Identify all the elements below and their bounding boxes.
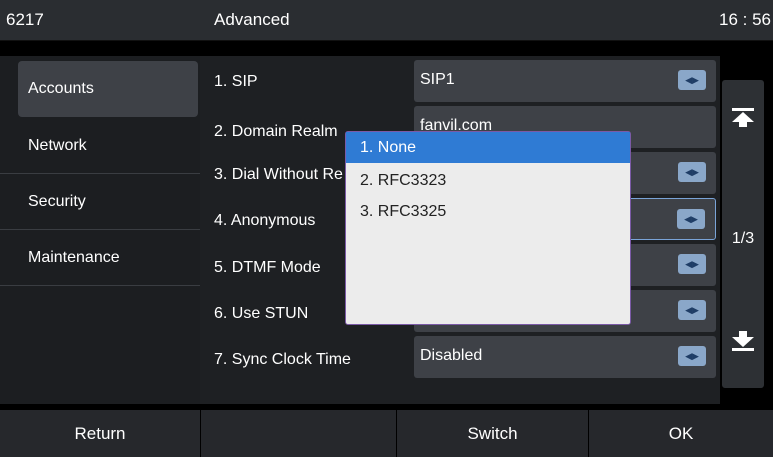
arrow-to-top-icon[interactable]: [729, 106, 757, 128]
extension-number: 6217: [6, 10, 44, 29]
left-right-arrows-icon[interactable]: ◀▶: [677, 209, 705, 229]
sidebar: Accounts Network Security Maintenance: [0, 56, 200, 404]
setting-label-sync-clock-time: 7. Sync Clock Time: [214, 351, 351, 368]
left-right-arrows-icon[interactable]: ◀▶: [678, 254, 706, 274]
switch-button[interactable]: Switch: [396, 410, 588, 457]
sync-clock-time-value: Disabled: [420, 347, 483, 364]
option-index: 3.: [360, 203, 374, 220]
page-indicator: 1/3: [731, 230, 755, 247]
arrow-to-bottom-icon[interactable]: [729, 330, 757, 352]
setting-label-anonymous: 4. Anonymous: [214, 212, 316, 229]
setting-label-sip: 1. SIP: [214, 73, 258, 90]
setting-label-dial-without-reg: 3. Dial Without Re: [214, 166, 343, 183]
left-right-arrows-icon[interactable]: ◀▶: [678, 70, 706, 90]
popup-option-rfc3323[interactable]: 2. RFC3323: [346, 165, 630, 196]
setting-label-use-stun: 6. Use STUN: [214, 305, 309, 322]
setting-label-domain-realm: 2. Domain Realm: [214, 123, 338, 140]
option-label: None: [377, 139, 417, 156]
sync-clock-time-select[interactable]: Disabled ◀▶: [414, 336, 716, 378]
option-index: 1.: [360, 139, 374, 156]
status-bar: 6217 Advanced 16 : 56: [0, 0, 773, 41]
empty-softkey[interactable]: [200, 410, 396, 457]
setting-label-dtmf-mode: 5. DTMF Mode: [214, 259, 321, 276]
left-right-arrows-icon[interactable]: ◀▶: [678, 162, 706, 182]
sidebar-item-label: Maintenance: [28, 249, 120, 266]
sidebar-item-maintenance[interactable]: Maintenance: [0, 230, 200, 286]
option-label: RFC3323: [377, 172, 447, 189]
popup-option-rfc3325[interactable]: 3. RFC3325: [346, 196, 630, 227]
sidebar-item-label: Network: [28, 137, 87, 154]
option-index: 2.: [360, 172, 374, 189]
option-label: RFC3325: [377, 203, 447, 220]
popup-option-none[interactable]: 1. None: [346, 132, 630, 163]
left-right-arrows-icon[interactable]: ◀▶: [678, 346, 706, 366]
clock: 16 : 56: [719, 10, 771, 29]
return-button[interactable]: Return: [0, 410, 200, 457]
ok-button[interactable]: OK: [588, 410, 773, 457]
softkey-bar: Return Switch OK: [0, 410, 773, 457]
sidebar-item-accounts[interactable]: Accounts: [18, 61, 198, 117]
sidebar-item-label: Security: [28, 193, 86, 210]
sidebar-item-security[interactable]: Security: [0, 174, 200, 230]
page-title: Advanced: [214, 10, 290, 29]
sidebar-item-network[interactable]: Network: [0, 118, 200, 174]
sip-value: SIP1: [420, 71, 455, 88]
sip-select[interactable]: SIP1 ◀▶: [414, 60, 716, 102]
option-popup: 1. None 2. RFC3323 3. RFC3325: [345, 131, 631, 325]
page-scroller: 1/3: [722, 80, 764, 388]
left-right-arrows-icon[interactable]: ◀▶: [678, 300, 706, 320]
sidebar-item-label: Accounts: [28, 80, 94, 97]
